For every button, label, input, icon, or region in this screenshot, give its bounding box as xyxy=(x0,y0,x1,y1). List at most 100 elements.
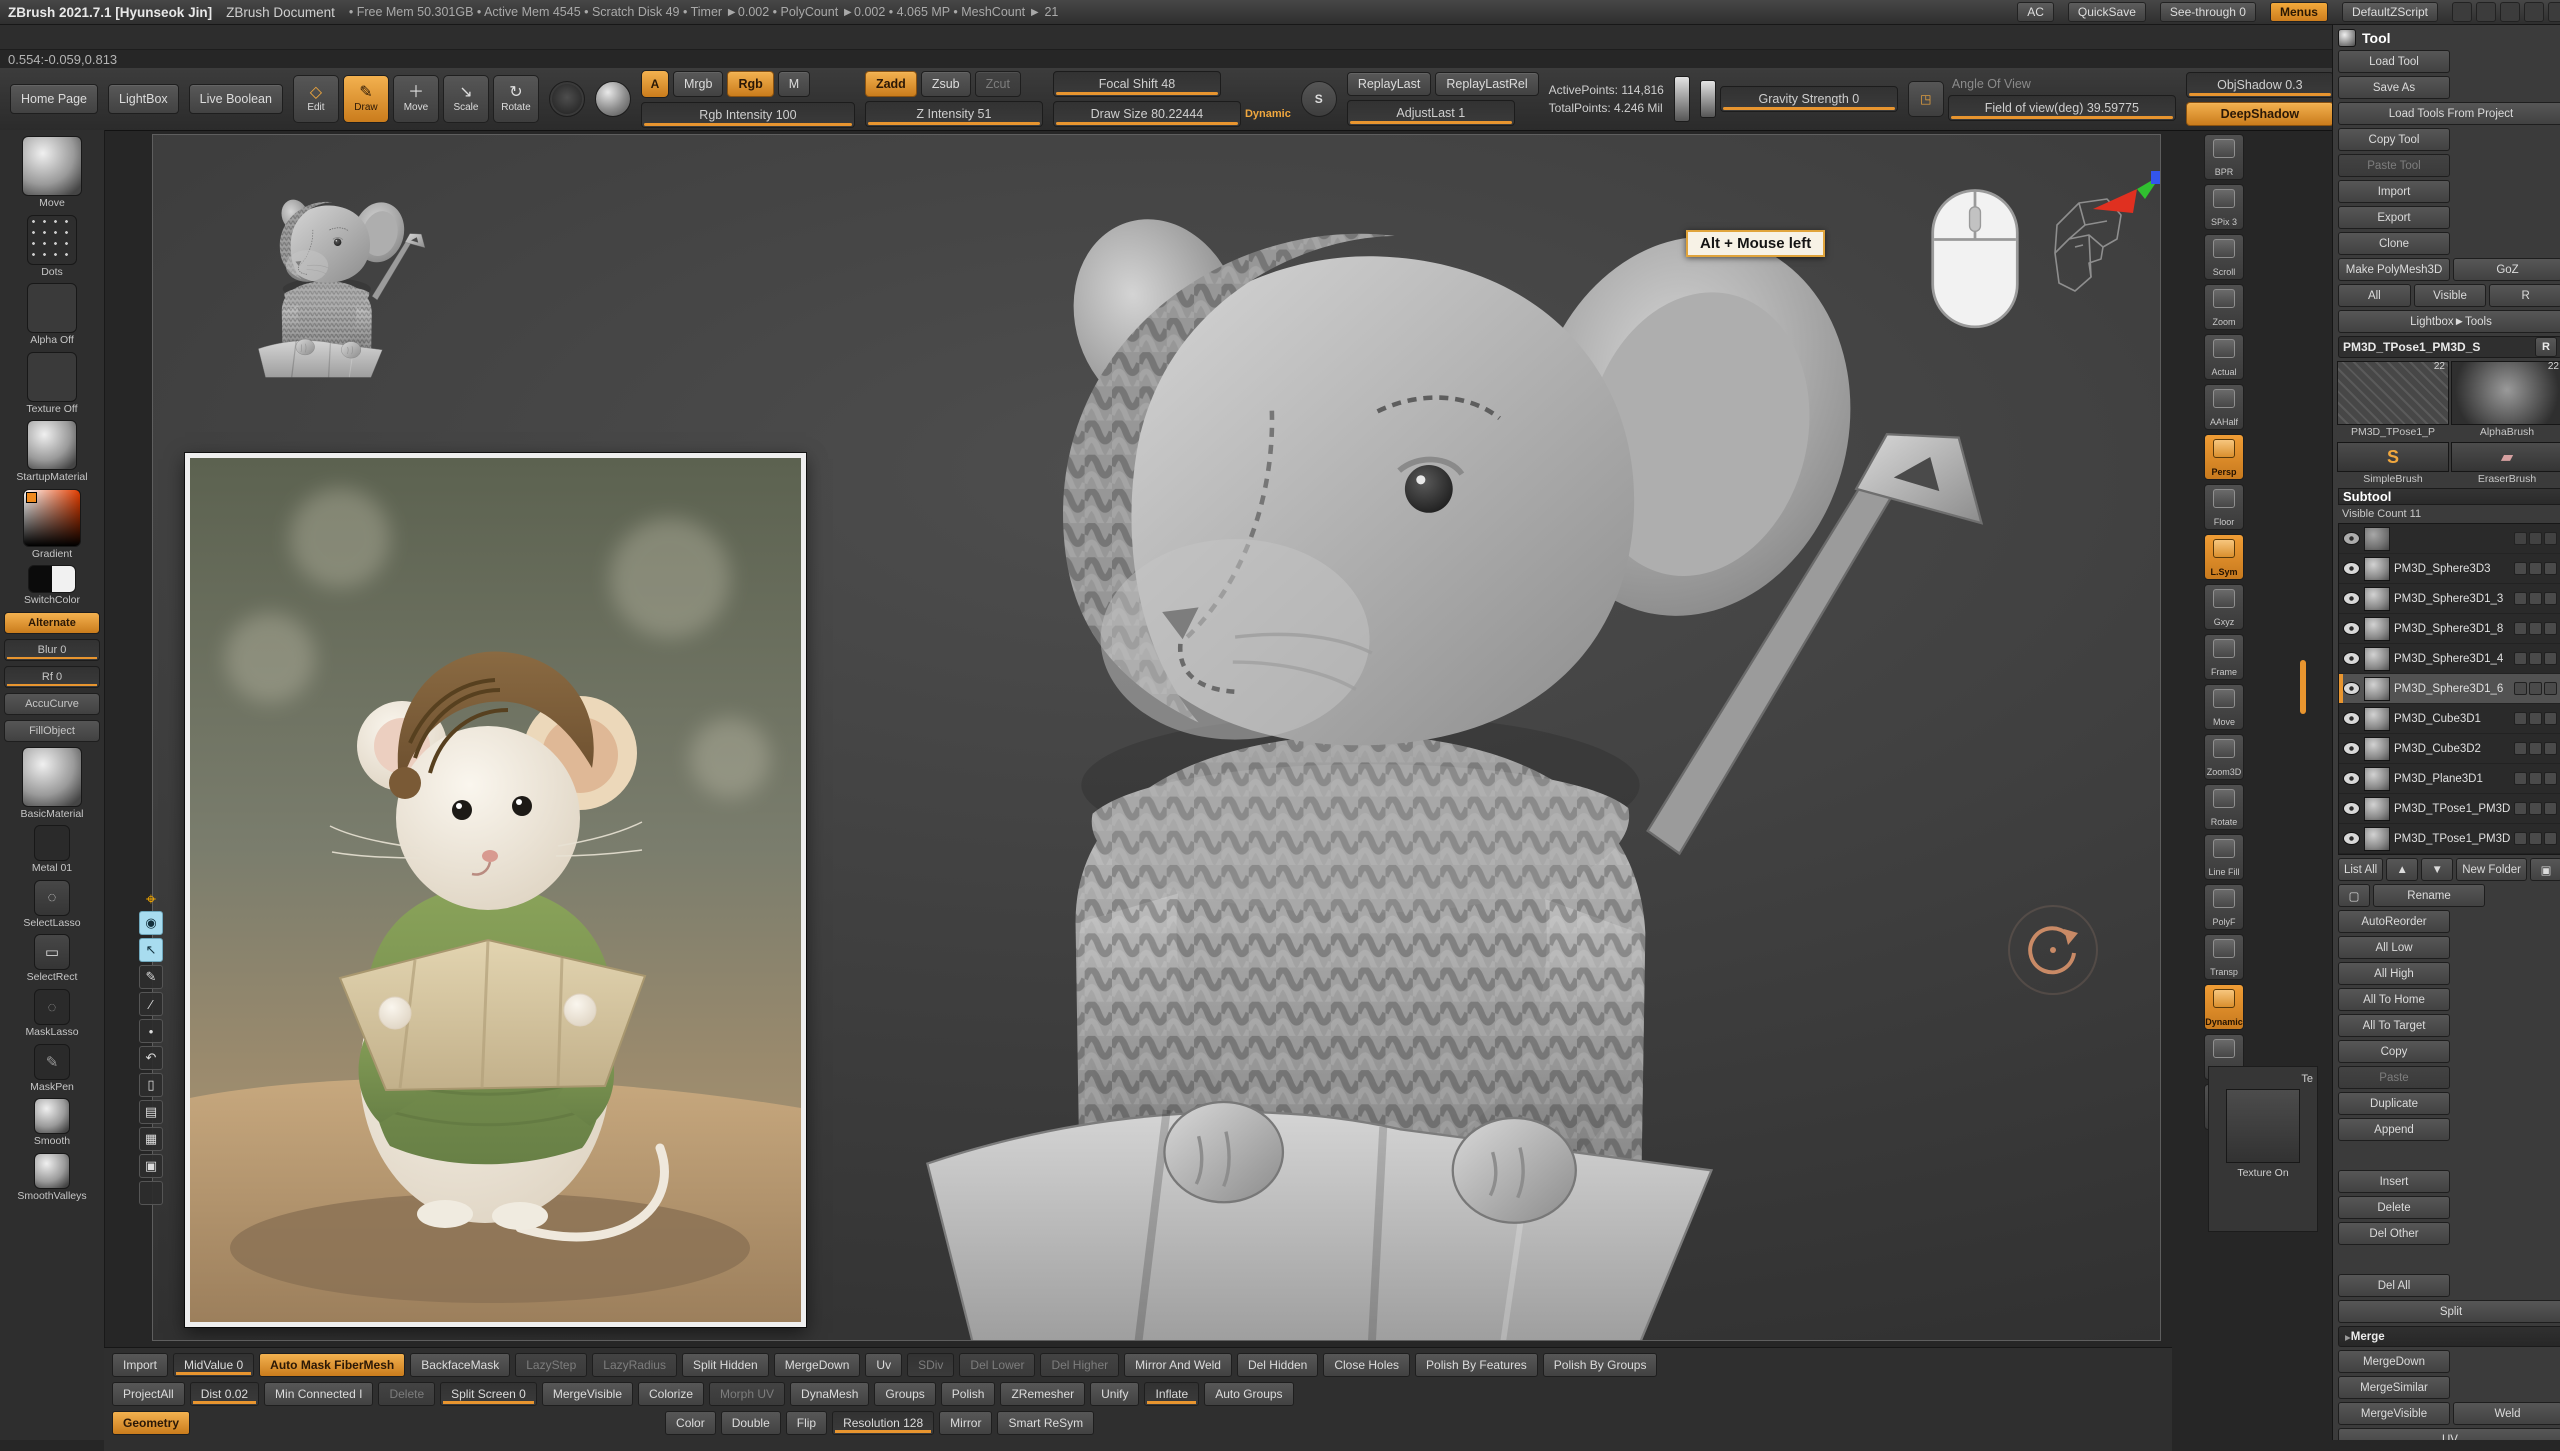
tool-panel-button[interactable]: Make PolyMesh3D xyxy=(2338,258,2450,281)
visibility-eye-icon[interactable] xyxy=(2343,652,2360,665)
quicksave-button[interactable]: QuickSave xyxy=(2068,2,2146,22)
left-tray-item[interactable]: StartupMaterial xyxy=(3,420,101,484)
knife-icon[interactable]: ∕ xyxy=(139,992,163,1016)
subtool-uv-toggle-icon[interactable] xyxy=(2544,532,2557,545)
subtool-paint-toggle-icon[interactable] xyxy=(2529,562,2542,575)
subtool-paint-toggle-icon[interactable] xyxy=(2529,532,2542,545)
replay-last-rel-button[interactable]: ReplayLastRel xyxy=(1435,72,1538,96)
printer-icon[interactable]: ▤ xyxy=(139,1100,163,1124)
bottom-tray-button[interactable]: Inflate xyxy=(1144,1382,1199,1406)
subtool-uv-toggle-icon[interactable] xyxy=(2544,592,2557,605)
texture-thumbnail[interactable] xyxy=(2226,1089,2300,1163)
subtool-paint-toggle-icon[interactable] xyxy=(2529,652,2542,665)
subtool-button[interactable]: UV xyxy=(2338,1428,2560,1440)
tool-panel-button[interactable]: Copy Tool xyxy=(2338,128,2450,151)
left-tray-item[interactable]: SelectLasso xyxy=(3,880,101,930)
bottom-tray-tab[interactable]: Resolution 128 xyxy=(832,1411,934,1435)
subtool-uv-toggle-icon[interactable] xyxy=(2544,832,2557,845)
subtool-header[interactable]: Subtool xyxy=(2338,488,2560,505)
grid-icon[interactable]: ▦ xyxy=(139,1127,163,1151)
visibility-eye-icon[interactable] xyxy=(2343,622,2360,635)
live-boolean-button[interactable]: Live Boolean xyxy=(189,84,283,114)
gravity-strength-slider[interactable]: Gravity Strength 0 xyxy=(1720,86,1898,112)
left-tray-item[interactable]: Dots xyxy=(3,215,101,279)
tool-panel-button[interactable]: R xyxy=(2489,284,2560,307)
subtool-uv-toggle-icon[interactable] xyxy=(2544,742,2557,755)
left-tray-item[interactable]: Alpha Off xyxy=(3,283,101,347)
subtool-button[interactable]: Duplicate xyxy=(2338,1092,2450,1115)
left-tray-item[interactable]: Move xyxy=(3,136,101,210)
bottom-tray-button[interactable]: Del Higher xyxy=(1040,1353,1119,1377)
bottom-tray-button[interactable]: Auto Mask FiberMesh xyxy=(259,1353,405,1377)
m-button[interactable]: M xyxy=(778,71,810,97)
title-bar-icon[interactable] xyxy=(2452,2,2472,22)
title-bar-icon[interactable] xyxy=(2524,2,2544,22)
zadd-button[interactable]: Zadd xyxy=(865,71,917,97)
subtool-row[interactable]: PM3D_Sphere3D1_4 xyxy=(2339,644,2560,674)
bottom-tray-button[interactable]: Polish xyxy=(941,1382,996,1406)
visibility-eye-icon[interactable] xyxy=(2343,682,2360,695)
rotate-mode-button[interactable]: ↻ Rotate xyxy=(493,75,539,123)
scale-mode-button[interactable]: ↘ Scale xyxy=(443,75,489,123)
subtool-button[interactable]: New Folder xyxy=(2456,858,2527,881)
right-shelf-button[interactable]: Actual xyxy=(2204,334,2244,380)
bottom-tray-button[interactable]: DynaMesh xyxy=(790,1382,869,1406)
quick-pick-item[interactable]: SimpleBrush xyxy=(2338,442,2448,485)
subtool-sculpt-toggle-icon[interactable] xyxy=(2514,742,2527,755)
subtool-button[interactable]: Append xyxy=(2338,1118,2450,1141)
subtool-uv-toggle-icon[interactable] xyxy=(2544,622,2557,635)
subtool-button[interactable]: Del Other xyxy=(2338,1222,2450,1245)
bottom-tray-tab[interactable]: Mirror xyxy=(939,1411,992,1435)
bottom-tray-button[interactable]: Close Holes xyxy=(1323,1353,1410,1377)
subtool-sculpt-toggle-icon[interactable] xyxy=(2514,562,2527,575)
visibility-eye-icon[interactable] xyxy=(2343,772,2360,785)
alpha-picker-icon[interactable] xyxy=(595,81,631,117)
sculptris-pro-button[interactable]: S xyxy=(1301,81,1337,117)
right-shelf-button[interactable]: Move xyxy=(2204,684,2244,730)
tool-panel-button[interactable]: All xyxy=(2338,284,2411,307)
subtool-sculpt-toggle-icon[interactable] xyxy=(2514,772,2527,785)
draw-mode-button[interactable]: ✎ Draw xyxy=(343,75,389,123)
bottom-tray-button[interactable]: Unify xyxy=(1090,1382,1139,1406)
subtool-button[interactable]: All Low xyxy=(2338,936,2450,959)
subtool-button[interactable]: List All xyxy=(2338,858,2383,881)
tool-panel-button[interactable]: Export xyxy=(2338,206,2450,229)
bottom-tray-button[interactable]: Del Lower xyxy=(959,1353,1035,1377)
bottom-tray-button[interactable]: Dist 0.02 xyxy=(190,1382,259,1406)
subtool-paint-toggle-icon[interactable] xyxy=(2529,772,2542,785)
right-shelf-button[interactable]: Frame xyxy=(2204,634,2244,680)
dynamic-toggle[interactable]: Dynamic xyxy=(1245,108,1291,120)
subtool-paint-toggle-icon[interactable] xyxy=(2529,622,2542,635)
active-tool-bar[interactable]: PM3D_TPose1_PM3D_S R xyxy=(2338,336,2560,358)
left-tray-item[interactable]: BasicMaterial xyxy=(3,747,101,821)
subtool-paint-toggle-icon[interactable] xyxy=(2529,832,2542,845)
subtool-paint-toggle-icon[interactable] xyxy=(2529,802,2542,815)
pencil-icon[interactable]: ✎ xyxy=(139,965,163,989)
left-tray-item[interactable]: Metal 01 xyxy=(3,825,101,875)
mrgb-button[interactable]: Mrgb xyxy=(673,71,723,97)
tray-divider-grip[interactable] xyxy=(2300,660,2306,714)
subtool-row[interactable]: PM3D_Plane3D1 xyxy=(2339,764,2560,794)
menus-button[interactable]: Menus xyxy=(2270,2,2328,22)
obj-shadow-slider[interactable]: ObjShadow 0.3 xyxy=(2186,72,2334,98)
right-shelf-button[interactable]: BPR xyxy=(2204,134,2244,180)
stroke-picker-icon[interactable] xyxy=(549,81,585,117)
right-shelf-button[interactable]: Gxyz xyxy=(2204,584,2244,630)
left-tray-item[interactable]: SmoothValleys xyxy=(3,1153,101,1203)
bottom-tray-button[interactable]: ProjectAll xyxy=(112,1382,185,1406)
right-shelf-button[interactable]: Zoom3D xyxy=(2204,734,2244,780)
pin-icon[interactable]: ⌖ xyxy=(140,890,162,908)
bottom-tray-tab[interactable]: Flip xyxy=(786,1411,827,1435)
right-shelf-button[interactable]: Line Fill xyxy=(2204,834,2244,880)
edit-mode-button[interactable]: ◇ Edit xyxy=(293,75,339,123)
subtool-row[interactable] xyxy=(2339,524,2560,554)
right-shelf-button[interactable]: Scroll xyxy=(2204,234,2244,280)
field-of-view-slider[interactable]: Field of view(deg) 39.59775 xyxy=(1948,95,2176,121)
deep-shadow-button[interactable]: DeepShadow xyxy=(2186,102,2334,126)
subtool-button[interactable]: MergeDown xyxy=(2338,1350,2450,1373)
bottom-tray-button[interactable]: Auto Groups xyxy=(1204,1382,1293,1406)
subtool-row[interactable]: PM3D_Sphere3D1_3 xyxy=(2339,584,2560,614)
subtool-button[interactable]: MergeSimilar xyxy=(2338,1376,2450,1399)
subtool-button[interactable]: All To Home xyxy=(2338,988,2450,1011)
subtool-row[interactable]: PM3D_TPose1_PM3D_Sphere3 xyxy=(2339,794,2560,824)
